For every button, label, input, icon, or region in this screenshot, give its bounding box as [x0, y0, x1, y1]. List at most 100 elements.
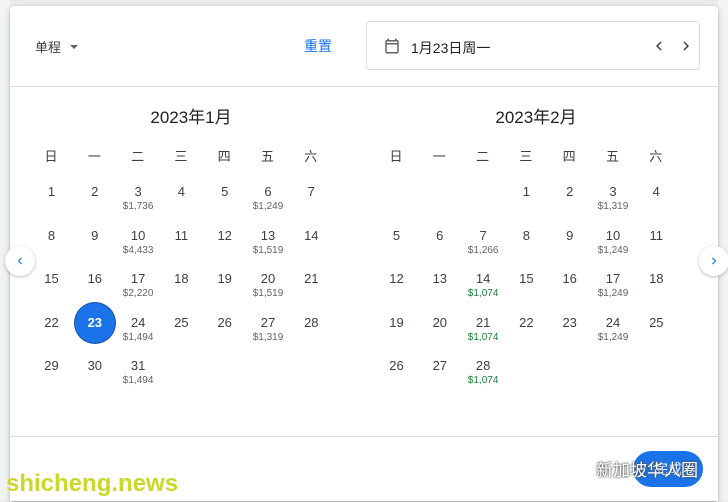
day-number: 20 [260, 271, 276, 286]
calendar-day[interactable]: 25 [160, 315, 203, 359]
calendar-day[interactable]: 6 [418, 228, 461, 272]
calendar-day[interactable]: 25 [635, 315, 678, 359]
calendar-day[interactable]: 17 $1,249 [592, 271, 635, 315]
day-number: 27 [432, 358, 448, 373]
calendar-day[interactable]: 14 [290, 228, 333, 272]
calendar-day[interactable]: 3 $1,736 [117, 184, 160, 228]
calendar-day[interactable]: 9 [73, 228, 116, 272]
weekday-label: 二 [476, 149, 490, 164]
month-january: 2023年1月 日一二三四五六 1 2 3 $1,736 4 5 6 $1,249 7 8 9 10 $… [41, 106, 341, 386]
calendar-day[interactable]: 27 [418, 358, 461, 402]
day-number: 11 [174, 227, 189, 243]
calendar-day[interactable]: 5 [203, 184, 246, 228]
calendar-day[interactable]: 20 $1,519 [247, 271, 290, 315]
calendar-day[interactable]: 19 [375, 315, 418, 359]
calendar-day[interactable]: 10 $1,249 [592, 228, 635, 272]
day-number: 31 [130, 358, 146, 373]
calendar-day[interactable]: 24 $1,249 [592, 315, 635, 359]
day-price: $1,249 [597, 288, 629, 299]
day-number: 10 [605, 227, 621, 243]
day-number: 9 [91, 227, 99, 243]
next-month-button[interactable] [699, 246, 728, 276]
calendar-day[interactable]: 28 [290, 315, 333, 359]
caret-down-icon [70, 44, 79, 49]
weekday-row: 日一二三四五六 [41, 146, 341, 164]
calendar-day[interactable]: 31 $1,494 [117, 358, 160, 402]
calendar-day[interactable]: 5 [375, 228, 418, 272]
day-number: 12 [217, 227, 232, 243]
day-number: 8 [522, 227, 530, 243]
calendar-day[interactable]: 20 [418, 315, 461, 359]
weekday-label: 二 [131, 149, 145, 164]
calendar-day[interactable]: 7 $1,266 [462, 228, 505, 272]
calendar-day[interactable]: 9 [548, 228, 591, 272]
day-number: 4 [652, 184, 660, 199]
calendar-day[interactable]: 14 $1,074 [462, 271, 505, 315]
day-number: 15 [519, 271, 534, 286]
calendar-day[interactable]: 12 [203, 228, 246, 272]
calendar-day[interactable]: 18 [635, 271, 678, 315]
weekday-label: 三 [519, 149, 533, 164]
calendar-day[interactable]: 4 [160, 184, 203, 228]
chevron-right-icon [712, 257, 717, 265]
weekday-label: 五 [260, 149, 274, 164]
calendar-day[interactable]: 19 [203, 271, 246, 315]
day-number: 25 [649, 314, 664, 330]
calendar-day[interactable]: 10 $4,433 [117, 228, 160, 272]
watermark-wechat-text: 新加坡华人圈 [596, 461, 698, 480]
calendar-day[interactable]: 15 [30, 271, 73, 315]
calendar-day[interactable]: 1 [30, 184, 73, 228]
calendar-day[interactable]: 2 [548, 184, 591, 228]
calendar-day[interactable]: 17 $2,220 [117, 271, 160, 315]
calendar-day[interactable]: 24 $1,494 [117, 315, 160, 359]
chevron-left-icon[interactable] [650, 37, 668, 55]
weekday-label: 六 [649, 149, 663, 164]
calendar-day[interactable]: 16 [548, 271, 591, 315]
day-price: $1,519 [252, 244, 284, 256]
calendar-day[interactable]: 11 [635, 228, 678, 272]
trip-type-dropdown[interactable]: 单程 [35, 37, 79, 56]
calendar-day[interactable]: 22 [505, 315, 548, 359]
day-number: 18 [649, 271, 664, 286]
day-number: 14 [475, 271, 491, 286]
departure-date-field[interactable]: 1月23日周一 [366, 21, 700, 70]
calendar-day[interactable]: 13 $1,519 [247, 228, 290, 272]
calendar-day[interactable]: 15 [505, 271, 548, 315]
day-price: $1,249 [597, 331, 629, 343]
day-number: 21 [304, 271, 319, 286]
calendar-day[interactable]: 8 [30, 228, 73, 272]
day-number: 19 [217, 271, 232, 286]
calendar-day[interactable]: 21 [290, 271, 333, 315]
calendar-day[interactable]: 2 [73, 184, 116, 228]
day-number: 3 [134, 184, 142, 199]
calendar-day[interactable]: 26 [375, 358, 418, 402]
weekday-label: 日 [44, 149, 58, 164]
calendar-day[interactable]: 13 [418, 271, 461, 315]
calendar-day[interactable]: 11 [160, 228, 203, 272]
calendar-day[interactable]: 23 [548, 315, 591, 359]
calendar-day[interactable]: 28 $1,074 [462, 358, 505, 402]
day-number: 8 [47, 227, 56, 243]
calendar-day[interactable]: 18 [160, 271, 203, 315]
reset-button[interactable]: 重置 [304, 36, 332, 56]
calendar-day[interactable]: 21 $1,074 [462, 315, 505, 359]
calendar-day-selected[interactable]: 23 [73, 302, 116, 359]
calendar-day[interactable]: 26 [203, 315, 246, 359]
calendar-day[interactable]: 8 [505, 228, 548, 272]
calendar-day[interactable]: 6 $1,249 [247, 184, 290, 228]
calendar-day[interactable]: 12 [375, 271, 418, 315]
previous-month-button[interactable] [5, 246, 35, 276]
calendar-day[interactable]: 4 [635, 184, 678, 228]
calendar-day[interactable]: 27 $1,319 [247, 315, 290, 359]
calendar-day[interactable]: 7 [290, 184, 333, 228]
calendar-day[interactable]: 29 [30, 358, 73, 402]
calendar-day[interactable]: 1 [505, 184, 548, 228]
calendar-day[interactable]: 30 [73, 358, 116, 402]
day-price-low: $1,074 [467, 331, 499, 343]
chevron-right-icon[interactable] [677, 37, 695, 55]
weekday-row: 日一二三四五六 [386, 146, 686, 164]
calendar-day[interactable]: 3 $1,319 [592, 184, 635, 228]
month-february: 2023年2月 日一二三四五六 1 2 3 $1,319 4 5 6 7 $1,266 8 9 10 $… [386, 106, 686, 386]
day-number: 27 [260, 314, 276, 330]
calendar-day[interactable]: 22 [30, 315, 73, 359]
